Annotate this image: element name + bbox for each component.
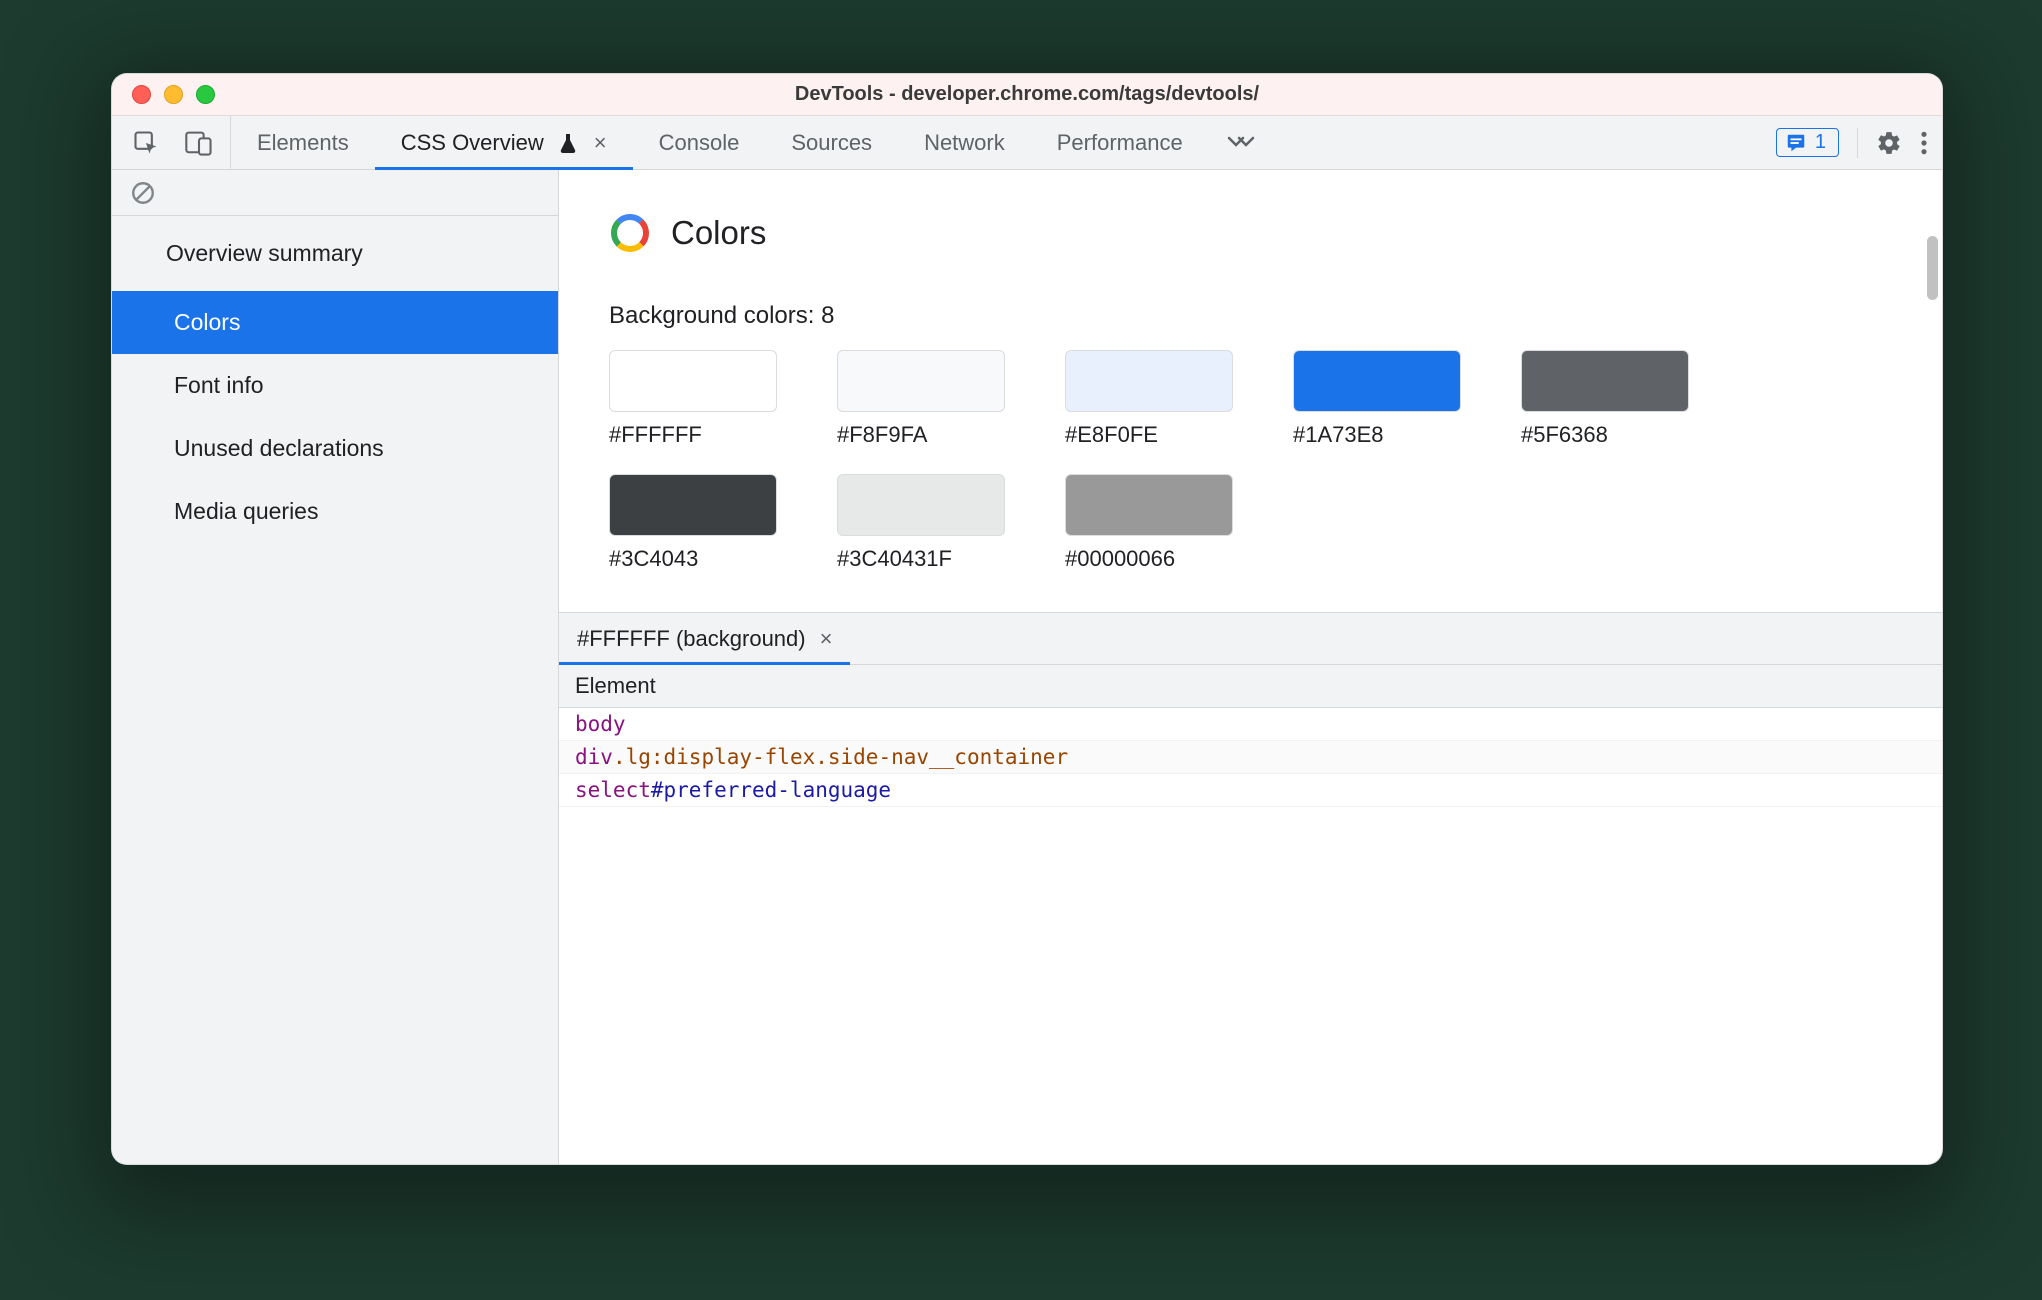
element-row[interactable]: select#preferred-language — [559, 774, 1942, 807]
panel-tabs: Elements CSS Overview × Console Sources — [231, 116, 1209, 169]
swatch-label: #E8F0FE — [1065, 422, 1233, 448]
tab-label: Elements — [257, 130, 349, 156]
element-row[interactable]: body — [559, 708, 1942, 741]
titlebar: DevTools - developer.chrome.com/tags/dev… — [112, 74, 1942, 116]
swatch-label: #1A73E8 — [1293, 422, 1461, 448]
minimize-window-button[interactable] — [164, 85, 183, 104]
tab-label: Console — [659, 130, 740, 156]
tab-label: Sources — [791, 130, 872, 156]
colors-ring-icon — [609, 212, 651, 254]
color-swatch[interactable]: #F8F9FA — [837, 350, 1005, 448]
main-panel: Colors Background colors: 8 #FFFFFF #F8F9… — [559, 170, 1942, 1164]
tab-css-overview[interactable]: CSS Overview × — [375, 116, 633, 169]
flask-icon — [558, 132, 578, 154]
details-panel: #FFFFFF (background) × Element bodydiv.l… — [559, 612, 1942, 807]
color-swatch[interactable]: #E8F0FE — [1065, 350, 1233, 448]
swatch-label: #5F6368 — [1521, 422, 1689, 448]
color-swatch[interactable]: #00000066 — [1065, 474, 1233, 572]
swatch-label: #00000066 — [1065, 546, 1233, 572]
window-controls — [132, 85, 215, 104]
swatch-grid: #FFFFFF #F8F9FA #E8F0FE #1A73E8 #5F6368 #3C40… — [609, 350, 1789, 572]
section-header: Colors — [559, 170, 1942, 268]
swatch-chip — [1521, 350, 1689, 412]
details-tab-selected-color[interactable]: #FFFFFF (background) × — [559, 613, 850, 664]
swatch-label: #F8F9FA — [837, 422, 1005, 448]
sidebar-item[interactable]: Media queries — [112, 480, 558, 543]
maximize-window-button[interactable] — [196, 85, 215, 104]
swatch-chip — [1293, 350, 1461, 412]
sidebar-item[interactable]: Font info — [112, 354, 558, 417]
section-title: Colors — [671, 214, 766, 252]
swatch-label: #FFFFFF — [609, 422, 777, 448]
tab-performance[interactable]: Performance — [1031, 116, 1209, 169]
issues-button[interactable]: 1 — [1776, 128, 1839, 157]
color-swatch[interactable]: #1A73E8 — [1293, 350, 1461, 448]
issues-icon — [1785, 132, 1807, 154]
swatch-chip — [1065, 350, 1233, 412]
tab-label: Performance — [1057, 130, 1183, 156]
color-swatch[interactable]: #FFFFFF — [609, 350, 777, 448]
swatch-chip — [1065, 474, 1233, 536]
swatch-label: #3C4043 — [609, 546, 777, 572]
background-colors-heading: Background colors: 8 — [609, 302, 1892, 330]
swatch-chip — [837, 350, 1005, 412]
more-tabs-icon[interactable] — [1209, 116, 1273, 169]
tab-console[interactable]: Console — [633, 116, 766, 169]
color-swatch[interactable]: #3C40431F — [837, 474, 1005, 572]
element-row[interactable]: div.lg:display-flex.side-nav__container — [559, 741, 1942, 774]
sidebar-heading-overview[interactable]: Overview summary — [112, 216, 558, 291]
details-table-header: Element — [559, 665, 1942, 708]
color-swatch[interactable]: #3C4043 — [609, 474, 777, 572]
color-swatch[interactable]: #5F6368 — [1521, 350, 1689, 448]
tab-label: Network — [924, 130, 1005, 156]
details-tab-label: #FFFFFF (background) — [577, 626, 806, 652]
sidebar: Overview summary ColorsFont infoUnused d… — [112, 170, 559, 1164]
tab-network[interactable]: Network — [898, 116, 1031, 169]
swatch-chip — [837, 474, 1005, 536]
gear-icon[interactable] — [1876, 130, 1902, 156]
close-window-button[interactable] — [132, 85, 151, 104]
devtools-window: DevTools - developer.chrome.com/tags/dev… — [111, 73, 1943, 1165]
issues-count: 1 — [1815, 131, 1826, 154]
inspect-element-icon[interactable] — [132, 129, 160, 157]
sidebar-item[interactable]: Unused declarations — [112, 417, 558, 480]
swatch-chip — [609, 350, 777, 412]
sidebar-nav: Overview summary ColorsFont infoUnused d… — [112, 216, 558, 543]
sidebar-toolbar — [112, 170, 558, 216]
sidebar-item[interactable]: Colors — [112, 291, 558, 354]
window-title: DevTools - developer.chrome.com/tags/dev… — [112, 83, 1942, 106]
tab-label: CSS Overview — [401, 130, 544, 156]
main-tabbar: Elements CSS Overview × Console Sources — [112, 116, 1942, 170]
tab-elements[interactable]: Elements — [231, 116, 375, 169]
details-table-rows: bodydiv.lg:display-flex.side-nav__contai… — [559, 708, 1942, 807]
swatch-chip — [609, 474, 777, 536]
close-details-tab-icon[interactable]: × — [820, 626, 833, 652]
scrollbar-thumb[interactable] — [1927, 236, 1938, 300]
clear-overview-icon[interactable] — [130, 180, 156, 206]
tab-sources[interactable]: Sources — [765, 116, 898, 169]
swatch-label: #3C40431F — [837, 546, 1005, 572]
details-tabbar: #FFFFFF (background) × — [559, 613, 1942, 665]
close-tab-icon[interactable]: × — [594, 130, 607, 156]
separator — [1857, 128, 1858, 158]
kebab-menu-icon[interactable] — [1920, 130, 1928, 156]
device-toolbar-icon[interactable] — [184, 129, 214, 157]
